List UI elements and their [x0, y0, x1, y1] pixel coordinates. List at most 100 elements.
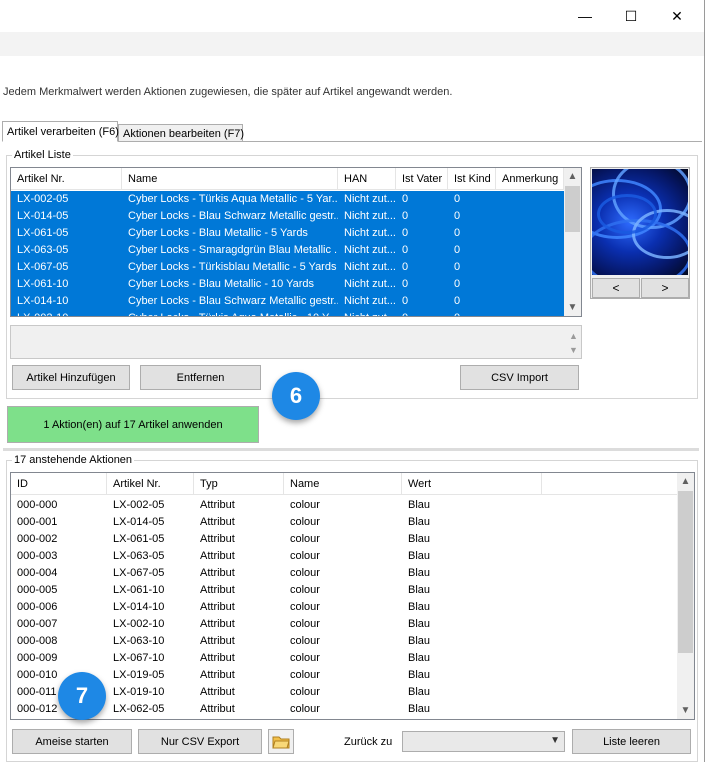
- apply-actions-button[interactable]: 1 Aktion(en) auf 17 Artikel anwenden: [7, 406, 259, 443]
- pending-grid-scrollbar[interactable]: ▲ ▼: [677, 473, 694, 719]
- chevron-right-icon: >: [661, 281, 669, 295]
- csv-export-button[interactable]: Nur CSV Export: [138, 729, 262, 754]
- prev-image-button[interactable]: <: [592, 278, 640, 298]
- column-header-id[interactable]: ID: [11, 473, 107, 495]
- table-row[interactable]: 000-009 LX-067-10 Attribut colour Blau: [11, 650, 677, 667]
- cell-ist-kind: 0: [448, 310, 496, 316]
- clear-list-button[interactable]: Liste leeren: [572, 729, 691, 754]
- add-article-button[interactable]: Artikel Hinzufügen: [12, 365, 130, 390]
- remove-button[interactable]: Entfernen: [140, 365, 261, 390]
- scrollbar-thumb[interactable]: [565, 186, 580, 232]
- table-row[interactable]: 000-004 LX-067-05 Attribut colour Blau: [11, 565, 677, 582]
- scroll-up-icon[interactable]: ▲: [564, 168, 581, 185]
- cell-artikel-nr: LX-014-10: [17, 295, 69, 307]
- open-folder-button[interactable]: [268, 729, 294, 754]
- column-header-han[interactable]: HAN: [338, 168, 396, 190]
- table-row[interactable]: 000-011 LX-019-10 Attribut colour Blau: [11, 684, 677, 701]
- scroll-down-icon[interactable]: ▼: [677, 702, 694, 719]
- tab-aktionen-bearbeiten[interactable]: Aktionen bearbeiten (F7): [118, 124, 244, 142]
- cell-artikel-nr: LX-067-10: [113, 652, 165, 664]
- cell-id: 000-006: [17, 601, 58, 613]
- cell-wert: Blau: [408, 652, 431, 664]
- cell-id: 000-001: [17, 516, 58, 528]
- table-row[interactable]: 000-001 LX-014-05 Attribut colour Blau: [11, 514, 677, 531]
- table-row[interactable]: LX-061-10 Cyber Locks - Blau Metallic - 1…: [11, 276, 564, 293]
- cell-id: 000-000: [17, 499, 58, 511]
- table-row[interactable]: 000-012 LX-062-05 Attribut colour Blau: [11, 701, 677, 718]
- splitter[interactable]: [3, 448, 699, 451]
- callout-badge-7: 7: [58, 672, 106, 720]
- table-row[interactable]: LX-002-10Cyber Locks - Türkis Aqua Metal…: [11, 310, 564, 316]
- cell-ist-kind: 0: [454, 278, 461, 290]
- table-row[interactable]: 000-008 LX-063-10 Attribut colour Blau: [11, 633, 677, 650]
- scrollbar-thumb[interactable]: [678, 491, 693, 653]
- column-header-anmerkung[interactable]: Anmerkung: [496, 168, 564, 190]
- scroll-up-icon[interactable]: ▲: [677, 473, 694, 490]
- cell-name: colour: [290, 652, 320, 664]
- next-image-button[interactable]: >: [641, 278, 689, 298]
- cell-name: colour: [290, 703, 320, 715]
- table-row[interactable]: 000-003 LX-063-05 Attribut colour Blau: [11, 548, 677, 565]
- article-grid[interactable]: Artikel Nr. Name HAN Ist Vater Ist Kind …: [10, 167, 582, 317]
- cell-anmerkung: [496, 276, 564, 293]
- toolbar-band: [0, 32, 705, 56]
- column-header-ist-kind[interactable]: Ist Kind: [448, 168, 496, 190]
- article-grid-scrollbar[interactable]: ▲ ▼: [564, 168, 581, 316]
- table-row[interactable]: LX-002-05 Cyber Locks - Türkis Aqua Metal…: [11, 191, 564, 208]
- table-row[interactable]: LX-061-05 Cyber Locks - Blau Metallic - 5…: [11, 225, 564, 242]
- table-row[interactable]: 000-006 LX-014-10 Attribut colour Blau: [11, 599, 677, 616]
- cell-typ: Attribut: [200, 669, 235, 681]
- table-row[interactable]: 000-010 LX-019-05 Attribut colour Blau: [11, 667, 677, 684]
- column-header-typ[interactable]: Typ: [194, 473, 284, 495]
- cell-name: colour: [290, 584, 320, 596]
- scroll-down-icon[interactable]: ▼: [564, 299, 581, 316]
- start-ameise-button[interactable]: Ameise starten: [12, 729, 132, 754]
- column-header-artikel-nr[interactable]: Artikel Nr.: [11, 168, 122, 190]
- cell-wert: Blau: [408, 635, 431, 647]
- cell-ist-vater: 0: [402, 244, 409, 256]
- csv-import-button[interactable]: CSV Import: [460, 365, 579, 390]
- cell-typ: Attribut: [200, 550, 235, 562]
- cell-artikel-nr: LX-002-05: [17, 193, 69, 205]
- annotation-textarea[interactable]: ▲ ▼: [10, 325, 582, 359]
- cell-name: Cyber Locks - Blau Schwarz Metallic gest…: [128, 210, 338, 222]
- cell-typ: Attribut: [200, 499, 235, 511]
- cell-id: 000-002: [17, 533, 58, 545]
- chevron-down-icon: ▼: [550, 735, 560, 746]
- cell-typ: Attribut: [200, 618, 235, 630]
- tab-artikel-verarbeiten[interactable]: Artikel verarbeiten (F6): [2, 121, 119, 142]
- column-header-name[interactable]: Name: [284, 473, 402, 495]
- back-to-label: Zurück zu: [344, 736, 393, 748]
- back-to-select[interactable]: ▼: [402, 731, 565, 752]
- cell-artikel-nr: LX-063-05: [113, 550, 165, 562]
- table-row[interactable]: 000-002 LX-061-05 Attribut colour Blau: [11, 531, 677, 548]
- column-header-ist-vater[interactable]: Ist Vater: [396, 168, 448, 190]
- cell-artikel-nr: LX-061-05: [17, 227, 69, 239]
- cell-han: Nicht zut...: [344, 193, 396, 205]
- cell-anmerkung: [496, 191, 564, 208]
- column-header-artikel-nr[interactable]: Artikel Nr.: [107, 473, 194, 495]
- minimize-button[interactable]: —: [562, 0, 608, 32]
- cell-name: Cyber Locks - Blau Schwarz Metallic gest…: [128, 295, 338, 307]
- table-row[interactable]: LX-063-05 Cyber Locks - Smaragdgrün Blau …: [11, 242, 564, 259]
- cell-artikel-nr: LX-014-05: [17, 210, 69, 222]
- table-row[interactable]: LX-014-05 Cyber Locks - Blau Schwarz Meta…: [11, 208, 564, 225]
- table-row[interactable]: 000-007 LX-002-10 Attribut colour Blau: [11, 616, 677, 633]
- scroll-down-icon[interactable]: ▼: [565, 341, 582, 358]
- article-grid-header: Artikel Nr. Name HAN Ist Vater Ist Kind …: [11, 168, 564, 190]
- cell-name: Cyber Locks - Blau Metallic - 10 Yards: [128, 278, 315, 290]
- column-header-name[interactable]: Name: [122, 168, 338, 190]
- cell-name: Cyber Locks - Smaragdgrün Blau Metallic …: [128, 244, 338, 256]
- close-button[interactable]: ✕: [654, 0, 700, 32]
- table-row[interactable]: LX-067-05 Cyber Locks - Türkisblau Metall…: [11, 259, 564, 276]
- table-row[interactable]: 000-005 LX-061-10 Attribut colour Blau: [11, 582, 677, 599]
- cell-ist-kind: 0: [454, 193, 461, 205]
- pending-actions-grid[interactable]: ID Artikel Nr. Typ Name Wert 000-000 LX-0…: [10, 472, 695, 720]
- cell-id: 000-005: [17, 584, 58, 596]
- table-row[interactable]: 000-000 LX-002-05 Attribut colour Blau: [11, 497, 677, 514]
- maximize-button[interactable]: ☐: [608, 0, 654, 32]
- cell-ist-kind: 0: [454, 244, 461, 256]
- table-row[interactable]: LX-014-10 Cyber Locks - Blau Schwarz Meta…: [11, 293, 564, 310]
- column-header-wert[interactable]: Wert: [402, 473, 542, 495]
- cell-name: colour: [290, 635, 320, 647]
